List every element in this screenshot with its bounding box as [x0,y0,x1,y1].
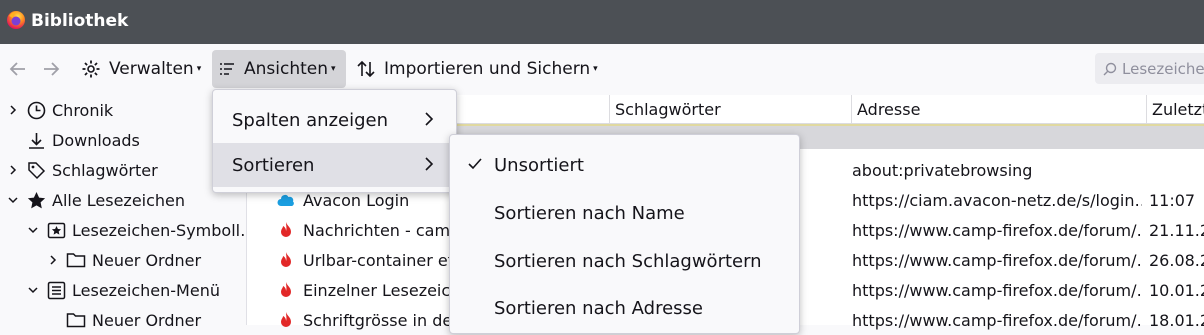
download-icon [26,130,46,150]
sidebar-item-label: Lesezeichen-Symboll… [72,220,257,240]
sort-list-icon [220,63,234,75]
views-menu: Spalten anzeigen Sortieren [212,89,457,193]
menu-list-icon [46,280,66,300]
flame-favicon-icon [277,311,295,329]
menu-item-sort-by-tags[interactable]: Sortieren nach Schlagwörtern [450,239,799,283]
menu-item-show-columns[interactable]: Spalten anzeigen [213,98,456,142]
cell-last-visit: 21.11.20 [1149,220,1204,240]
manage-button[interactable]: Verwalten ▾ [75,50,207,88]
sidebar: Chronik Downloads Schlagwörter Alle Lese… [0,95,256,330]
column-header-tags[interactable]: Schlagwörter [609,95,851,124]
sidebar-item-new-folder[interactable]: Neuer Ordner [46,245,201,275]
checkmark-icon [468,158,482,170]
cell-address: about:privatebrowsing [852,160,1033,180]
sidebar-item-history[interactable]: Chronik [6,95,113,125]
sidebar-item-label: Downloads [52,130,140,150]
menu-item-sort-by-address[interactable]: Sortieren nach Adresse [450,286,799,330]
chevron-down-icon: ▾ [593,64,598,74]
import-backup-button[interactable]: Importieren und Sichern ▾ [350,50,604,88]
forward-arrow-icon[interactable] [40,58,62,80]
firefox-logo-icon [7,11,25,29]
search-input[interactable]: Lesezeiche [1095,53,1204,84]
sidebar-item-tags[interactable]: Schlagwörter [6,155,158,185]
toolbar: Verwalten ▾ Ansichten ▾ Importieren und … [0,44,1204,95]
chevron-down-icon: ▾ [331,64,336,74]
folder-icon [66,310,86,330]
back-arrow-icon[interactable] [7,58,29,80]
window-title: Bibliothek [31,11,129,31]
bookmark-toolbar-icon [46,220,66,240]
views-label: Ansichten [244,59,329,79]
cell-name: Urlbar-container et [303,250,455,270]
menu-item-label: Sortieren [232,154,315,176]
views-button[interactable]: Ansichten ▾ [212,50,346,88]
menu-item-unsorted[interactable]: Unsortiert [450,143,799,187]
sidebar-item-bookmarks-menu[interactable]: Lesezeichen-Menü [26,275,220,305]
cell-name: Einzelner Lesezeich [303,280,461,300]
manage-label: Verwalten [109,59,194,79]
import-export-arrows-icon [357,60,375,78]
chevron-down-icon[interactable] [26,226,40,234]
cell-name: Nachrichten - camp [303,220,461,240]
column-header-last-visit[interactable]: Zuletzt [1146,95,1204,124]
chevron-right-icon [425,157,434,171]
menu-item-label: Sortieren nach Name [494,202,685,224]
cell-address: https://www.camp-firefox.de/forum/… [852,280,1142,300]
sidebar-item-label: Alle Lesezeichen [52,190,186,210]
sidebar-item-label: Lesezeichen-Menü [72,280,220,300]
sidebar-item-new-folder[interactable]: Neuer Ordner [46,305,201,335]
menu-item-label: Sortieren nach Schlagwörtern [494,250,762,272]
menu-item-sort[interactable]: Sortieren [213,143,456,187]
flame-favicon-icon [277,281,295,299]
search-placeholder: Lesezeiche [1122,59,1204,78]
cell-last-visit: 18.01.20 [1149,310,1204,330]
menu-item-sort-by-name[interactable]: Sortieren nach Name [450,191,799,235]
cell-address: https://www.camp-firefox.de/forum/… [852,250,1142,270]
menu-item-label: Spalten anzeigen [232,109,389,131]
column-header-address[interactable]: Adresse [851,95,1146,124]
flame-favicon-icon [277,251,295,269]
chevron-right-icon[interactable] [6,104,20,116]
gear-icon [82,60,100,78]
sidebar-item-all-bookmarks[interactable]: Alle Lesezeichen [6,185,185,215]
sidebar-item-label: Neuer Ordner [92,250,202,270]
cell-name: Avacon Login [303,190,410,210]
sidebar-item-label: Schlagwörter [52,160,158,180]
chevron-right-icon [425,112,434,126]
cell-last-visit: 10.01.20 [1149,280,1204,300]
title-bar: Bibliothek [0,0,1204,44]
cell-address: https://www.camp-firefox.de/forum/… [852,220,1142,240]
cell-last-visit: 26.08.20 [1149,250,1204,270]
clock-icon [26,100,46,120]
sidebar-item-label: Neuer Ordner [92,310,202,330]
sidebar-item-label: Chronik [52,100,114,120]
cell-address: https://ciam.avacon-netz.de/s/login… [852,190,1142,210]
tag-icon [26,160,46,180]
search-icon [1103,62,1117,75]
cell-address: https://www.camp-firefox.de/forum/… [852,310,1142,330]
cell-last-visit: 11:07 [1149,190,1196,210]
import-label: Importieren und Sichern [384,59,591,79]
cell-name: Schriftgrösse in der [303,310,459,330]
sidebar-item-downloads[interactable]: Downloads [6,125,140,155]
chevron-down-icon[interactable] [6,196,20,204]
sort-submenu: Unsortiert Sortieren nach Name Sortieren… [449,134,800,334]
sidebar-item-bookmarks-toolbar[interactable]: Lesezeichen-Symboll… [26,215,256,245]
chevron-right-icon[interactable] [46,254,60,266]
flame-favicon-icon [277,221,295,239]
star-icon [26,190,46,210]
chevron-right-icon[interactable] [6,164,20,176]
menu-item-label: Unsortiert [494,154,584,176]
chevron-down-icon[interactable] [26,286,40,294]
folder-icon [66,250,86,270]
chevron-down-icon: ▾ [196,64,202,74]
menu-item-label: Sortieren nach Adresse [494,297,703,319]
salesforce-cloud-icon [277,191,295,209]
